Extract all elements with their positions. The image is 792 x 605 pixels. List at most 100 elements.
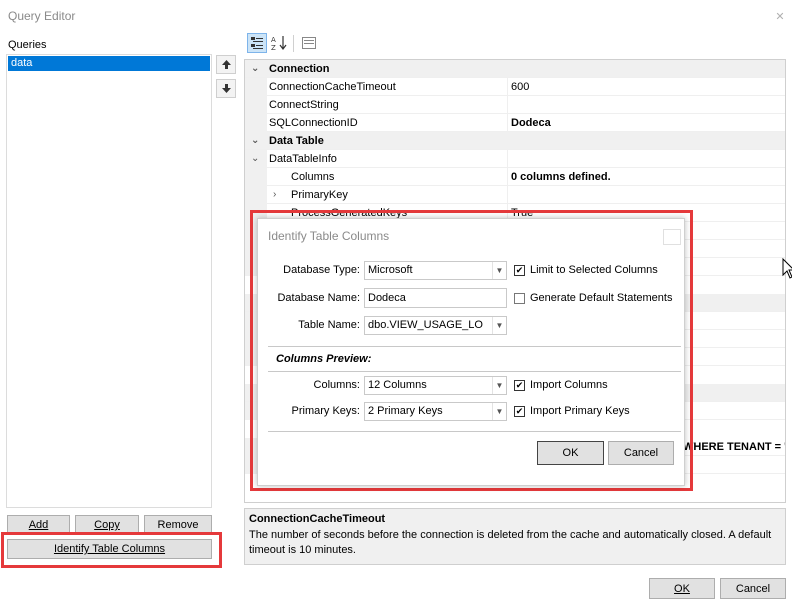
property-pages-icon	[302, 37, 316, 49]
description-title: ConnectionCacheTimeout	[249, 513, 386, 525]
chevron-down-icon[interactable]: ⌄	[251, 132, 263, 150]
arrow-down-icon	[221, 84, 231, 93]
sort-alpha-icon: A Z	[271, 36, 287, 51]
category-label: Data Table	[269, 135, 324, 147]
import-primary-keys-checkbox[interactable]: ✔ Import Primary Keys	[514, 405, 630, 417]
generate-default-statements-checkbox[interactable]: Generate Default Statements	[514, 292, 672, 304]
dialog-ok-label: OK	[562, 447, 579, 459]
checkbox-checked-icon: ✔	[514, 264, 525, 276]
category-data-table[interactable]: ⌄ Data Table	[245, 132, 785, 150]
property-row[interactable]: SQLConnectionID Dodeca	[245, 114, 785, 132]
property-name: ConnectionCacheTimeout	[269, 81, 396, 93]
database-name-field[interactable]: Dodeca	[364, 288, 507, 308]
dialog-title: Identify Table Columns	[268, 229, 390, 243]
cancel-button[interactable]: Cancel	[720, 578, 786, 599]
queries-list[interactable]: data	[6, 54, 212, 508]
property-row[interactable]: › PrimaryKey	[245, 186, 785, 204]
primary-keys-value: 2 Primary Keys	[368, 405, 443, 417]
remove-button-label: Remove	[157, 519, 199, 531]
checkbox-checked-icon: ✔	[514, 405, 525, 417]
property-value[interactable]	[507, 186, 785, 204]
chevron-down-icon: ▼	[492, 317, 506, 334]
primary-keys-label: Primary Keys:	[291, 405, 360, 417]
property-name: Columns	[291, 171, 335, 183]
limit-selected-columns-checkbox[interactable]: ✔ Limit to Selected Columns	[514, 264, 658, 276]
divider	[268, 371, 681, 372]
property-row[interactable]: ConnectString	[245, 96, 785, 114]
cancel-button-label: Cancel	[735, 582, 771, 595]
dialog-close-button[interactable]	[663, 229, 681, 245]
property-description: ConnectionCacheTimeout The number of sec…	[244, 508, 786, 565]
property-value[interactable]: 0 columns defined.	[507, 168, 785, 186]
identify-table-columns-button[interactable]: Identify Table Columns	[7, 539, 212, 559]
categorized-button[interactable]	[247, 33, 267, 53]
row-gutter	[245, 78, 267, 96]
property-pages-button[interactable]	[299, 33, 319, 53]
alphabetical-button[interactable]: A Z	[269, 33, 289, 53]
row-gutter	[245, 168, 267, 186]
primary-keys-select[interactable]: 2 Primary Keys ▼	[364, 402, 507, 421]
divider	[268, 431, 681, 432]
close-icon[interactable]: ✕	[771, 9, 789, 25]
property-value[interactable]	[507, 150, 785, 168]
property-row[interactable]: ConnectionCacheTimeout 600	[245, 78, 785, 96]
property-value[interactable]	[507, 96, 785, 114]
property-name: ConnectString	[269, 99, 339, 111]
sql-fragment[interactable]: WHERE TENANT = '[	[680, 438, 785, 456]
import-columns-label: Import Columns	[530, 379, 608, 391]
columns-value: 12 Columns	[368, 379, 427, 391]
move-down-button[interactable]	[216, 79, 236, 98]
property-value[interactable]: 600	[507, 78, 785, 96]
move-up-button[interactable]	[216, 55, 236, 74]
dialog-cancel-button[interactable]: Cancel	[608, 441, 674, 465]
category-label: Connection	[269, 63, 330, 75]
property-name: DataTableInfo	[269, 153, 337, 165]
ok-button-label: OK	[674, 582, 690, 595]
row-gutter	[245, 114, 267, 132]
ok-button[interactable]: OK	[649, 578, 715, 599]
table-name-label: Table Name:	[298, 319, 360, 331]
columns-preview-label: Columns Preview:	[276, 353, 372, 365]
chevron-right-icon[interactable]: ›	[273, 186, 285, 204]
row-gutter	[245, 96, 267, 114]
queries-label: Queries	[8, 39, 47, 51]
import-columns-checkbox[interactable]: ✔ Import Columns	[514, 379, 608, 391]
add-button-label: Add	[28, 519, 49, 531]
chevron-down-icon[interactable]: ⌄	[251, 60, 263, 78]
identify-table-columns-dialog: Identify Table Columns Database Type: Mi…	[257, 218, 685, 486]
description-body: The number of seconds before the connect…	[249, 529, 772, 556]
arrow-up-icon	[221, 60, 231, 69]
columns-select[interactable]: 12 Columns ▼	[364, 376, 507, 395]
property-name: SQLConnectionID	[269, 117, 358, 129]
import-pk-label: Import Primary Keys	[530, 405, 630, 417]
chevron-down-icon: ▼	[492, 403, 506, 420]
query-item-data[interactable]: data	[8, 56, 210, 71]
checkbox-unchecked-icon	[514, 292, 525, 304]
table-name-value: dbo.VIEW_USAGE_LO	[368, 319, 483, 331]
database-type-select[interactable]: Microsoft ▼	[364, 261, 507, 280]
chevron-down-icon[interactable]: ⌄	[251, 150, 263, 168]
database-name-label: Database Name:	[277, 292, 360, 304]
dialog-cancel-label: Cancel	[623, 447, 659, 459]
property-row[interactable]: ⌄ DataTableInfo	[245, 150, 785, 168]
database-type-value: Microsoft	[368, 264, 413, 276]
divider	[268, 346, 681, 347]
category-connection[interactable]: ⌄ Connection	[245, 60, 785, 78]
database-type-label: Database Type:	[283, 264, 360, 276]
svg-text:Z: Z	[271, 44, 276, 51]
property-name: PrimaryKey	[291, 189, 348, 201]
mouse-cursor-icon	[782, 258, 792, 279]
dialog-ok-button[interactable]: OK	[537, 441, 604, 465]
window-title: Query Editor	[8, 9, 76, 23]
property-row[interactable]: Columns 0 columns defined.	[245, 168, 785, 186]
chevron-down-icon: ▼	[492, 377, 506, 394]
checkbox-checked-icon: ✔	[514, 379, 525, 391]
copy-button-label: Copy	[94, 519, 120, 531]
svg-text:A: A	[271, 36, 276, 44]
generate-label: Generate Default Statements	[530, 292, 673, 304]
table-name-select[interactable]: dbo.VIEW_USAGE_LO ▼	[364, 316, 507, 335]
limit-label: Limit to Selected Columns	[530, 264, 658, 276]
toolbar-separator	[293, 35, 294, 52]
property-value[interactable]: Dodeca	[507, 114, 785, 132]
chevron-down-icon: ▼	[492, 262, 506, 279]
